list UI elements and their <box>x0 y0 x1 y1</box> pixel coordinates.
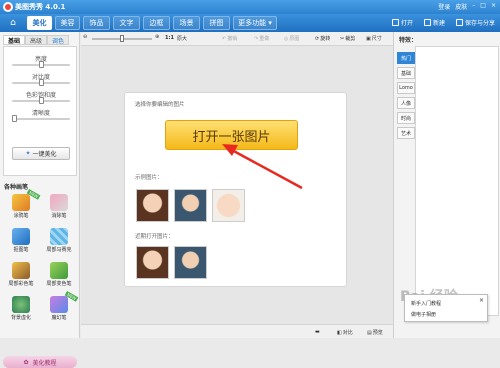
close-icon[interactable]: × <box>479 297 484 304</box>
effects-tab-hot[interactable]: 热门 <box>397 52 415 64</box>
status-bar: ▬ ◧ 对比 ▤ 预览 <box>81 324 393 338</box>
effects-tab-art[interactable]: 艺术 <box>397 127 415 139</box>
tips-popup: 新手入门教程 做电子相册 × <box>404 294 488 322</box>
arrow-head <box>222 144 238 156</box>
beautify-tutorial-button[interactable]: ✿ 美化教程 <box>3 356 77 368</box>
effects-title: 特效： <box>399 37 418 44</box>
tutorial-icon: ✿ <box>23 358 29 366</box>
effects-tab-portrait[interactable]: 人像 <box>397 97 415 109</box>
effects-tab-fashion[interactable]: 时尚 <box>397 112 415 124</box>
effects-tab-lomo[interactable]: Lomo <box>397 82 415 94</box>
preview-icon: ▤ <box>367 329 372 336</box>
effects-list <box>415 46 499 316</box>
arrow-shaft <box>229 147 303 190</box>
preview-button[interactable]: ▤ 预览 <box>367 329 383 337</box>
compare-button[interactable]: ◧ 对比 <box>337 329 353 337</box>
tip-electronic-album[interactable]: 做电子相册 <box>411 311 436 318</box>
effects-tab-basic[interactable]: 基础 <box>397 67 415 79</box>
tip-beginner-tutorial[interactable]: 新手入门教程 <box>411 300 441 307</box>
menu-icon[interactable]: ▬ <box>315 329 320 335</box>
compare-icon: ◧ <box>337 329 342 336</box>
